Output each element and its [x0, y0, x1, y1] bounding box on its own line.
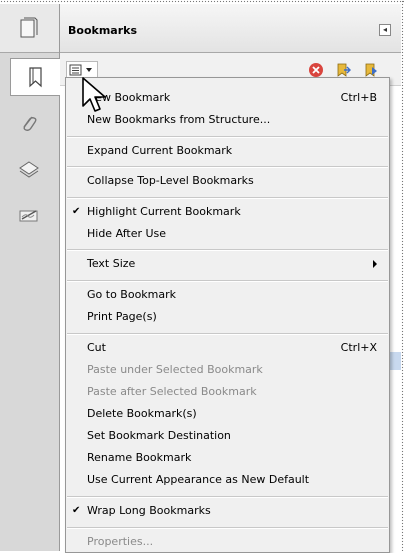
signatures-icon — [19, 210, 38, 222]
menu-separator — [67, 197, 388, 199]
new-bookmark-icon[interactable] — [363, 62, 379, 78]
options-menu: New Bookmark Ctrl+B New Bookmarks from S… — [65, 77, 390, 553]
menu-item-use-current-appearance-as-new-default[interactable]: Use Current Appearance as New Default — [66, 469, 389, 491]
menu-separator — [67, 249, 388, 251]
menu-item-set-bookmark-destination[interactable]: Set Bookmark Destination — [66, 425, 389, 447]
layers-icon — [19, 161, 39, 178]
panel-header: Bookmarks ◂ — [60, 4, 401, 53]
pages-button[interactable] — [10, 10, 48, 46]
bookmarks-icon — [29, 67, 42, 88]
menu-item-expand-current-bookmark[interactable]: Expand Current Bookmark — [66, 140, 389, 162]
menu-separator — [67, 333, 388, 335]
menu-separator — [67, 527, 388, 529]
rail-top — [0, 4, 59, 53]
menu-item-delete-bookmarks[interactable]: Delete Bookmark(s) — [66, 403, 389, 425]
pages-icon — [20, 17, 38, 38]
menu-item-new-bookmarks-from-structure[interactable]: New Bookmarks from Structure... — [66, 109, 389, 131]
menu-item-collapse-top-level-bookmarks[interactable]: Collapse Top-Level Bookmarks — [66, 170, 389, 192]
menu-item-wrap-long-bookmarks[interactable]: ✔ Wrap Long Bookmarks — [66, 500, 389, 522]
menu-item-paste-under-selected-bookmark: Paste under Selected Bookmark — [87, 363, 263, 376]
menu-item-highlight-current-bookmark[interactable]: ✔ Highlight Current Bookmark — [66, 201, 389, 223]
panel-title: Bookmarks — [68, 24, 137, 37]
delete-bookmark-icon[interactable] — [308, 62, 324, 78]
menu-item-rename-bookmark[interactable]: Rename Bookmark — [66, 447, 389, 469]
menu-item-print-pages[interactable]: Print Page(s) — [66, 306, 389, 328]
check-icon: ✔ — [72, 505, 81, 516]
expand-bookmark-icon[interactable] — [335, 62, 351, 78]
menu-separator — [67, 280, 388, 282]
menu-item-cut[interactable]: Cut Ctrl+X — [66, 337, 389, 359]
menu-item-properties: Properties... — [87, 535, 154, 548]
menu-item-go-to-bookmark[interactable]: Go to Bookmark — [66, 284, 389, 306]
menu-separator — [67, 496, 388, 498]
layers-button[interactable] — [10, 152, 48, 188]
check-icon: ✔ — [72, 206, 81, 217]
attachments-icon — [23, 116, 37, 131]
acrobat-window: Bookmarks ◂ New Bookmark Ctrl+B New Book… — [0, 0, 404, 553]
submenu-arrow-icon — [373, 260, 377, 268]
selection-border-top — [0, 0, 404, 3]
menu-item-text-size[interactable]: Text Size — [66, 253, 389, 275]
collapse-panel-button[interactable]: ◂ — [379, 24, 391, 36]
navigation-rail — [0, 4, 61, 551]
menu-separator — [67, 166, 388, 168]
menu-item-paste-after-selected-bookmark: Paste after Selected Bookmark — [87, 385, 257, 398]
menu-item-hide-after-use[interactable]: Hide After Use — [66, 223, 389, 245]
menu-item-new-bookmark[interactable]: New Bookmark Ctrl+B — [66, 87, 389, 109]
signatures-button[interactable] — [10, 198, 48, 234]
mouse-pointer-icon — [82, 77, 106, 112]
attachments-button[interactable] — [10, 106, 48, 142]
bookmarks-button[interactable] — [10, 58, 61, 96]
menu-separator — [67, 136, 388, 138]
